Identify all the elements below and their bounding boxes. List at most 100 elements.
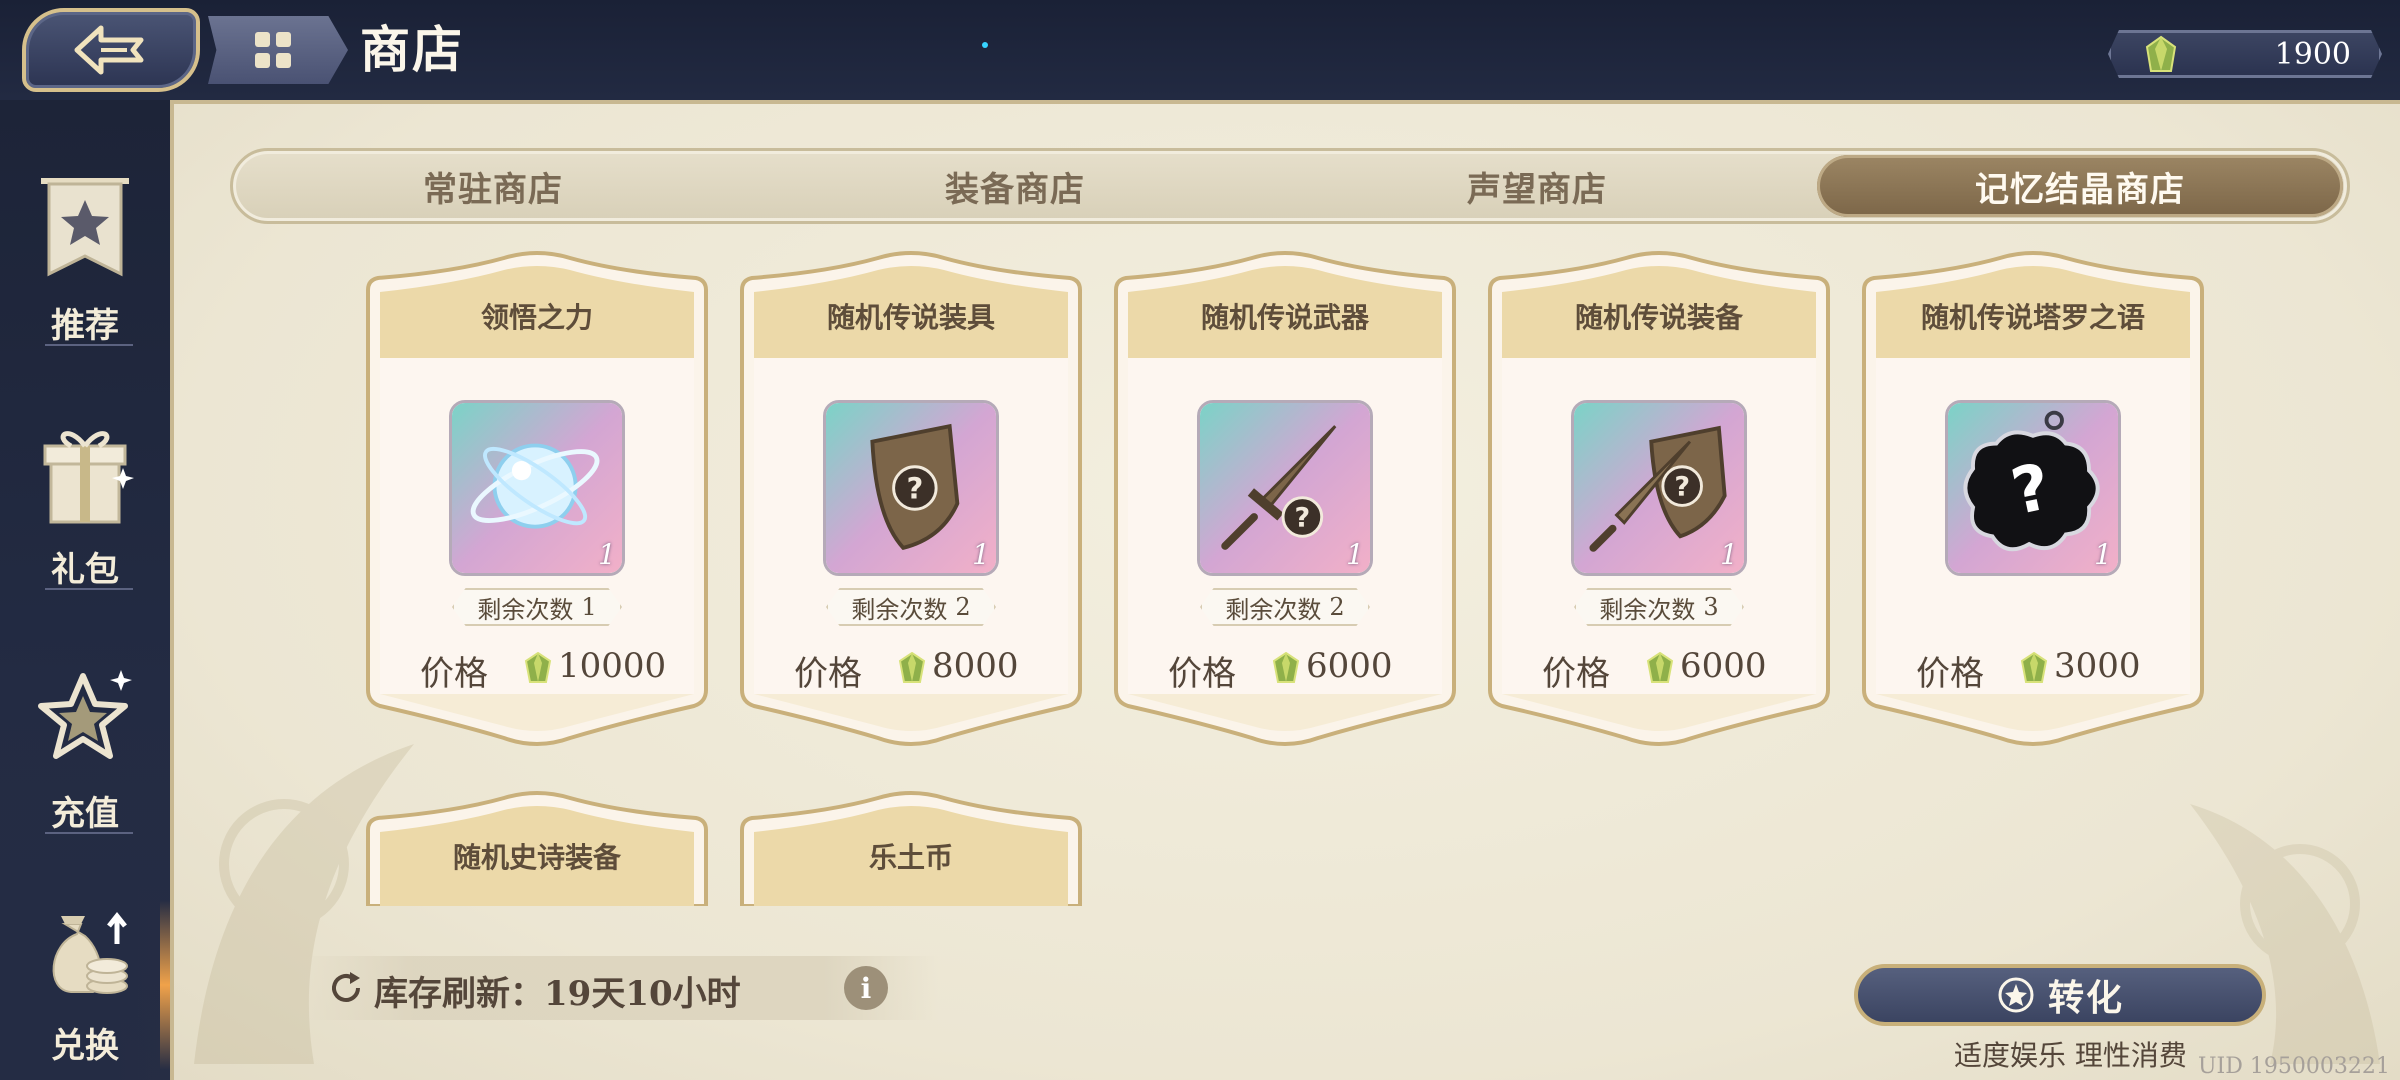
card-title: 随机传说塔罗之语 — [1920, 301, 2145, 334]
shop-item-card[interactable]: 领悟之力 1 剩余次数 1 价格 10000 — [364, 250, 710, 750]
remaining-count-badge: 剩余次数 3 — [1574, 588, 1744, 626]
shop-tab-bar: 常驻商店 装备商店 声望商店 记忆结晶商店 — [230, 148, 2350, 224]
memory-crystal-icon — [898, 652, 926, 683]
sidebar-item-label: 充值 — [51, 793, 119, 834]
svg-text:?: ? — [906, 472, 923, 506]
shop-item-card[interactable]: 乐土币 — [738, 786, 1084, 906]
back-button[interactable] — [22, 8, 200, 92]
item-quantity: 1 — [1720, 538, 1738, 571]
remaining-label: 剩余次数 — [1599, 595, 1696, 624]
page-title: 商店 — [360, 20, 464, 79]
price-value: 3000 — [2054, 646, 2141, 686]
remaining-count-badge: 剩余次数 2 — [1200, 588, 1370, 626]
price-label: 价格 — [420, 654, 488, 694]
card-title: 随机传说装备 — [1574, 301, 1743, 334]
shop-item-card[interactable]: 随机传说装具 ? 1 剩余次数 2 价格 8000 — [738, 250, 1084, 750]
active-indicator — [160, 900, 170, 1070]
item-icon-frame: ? 1 — [1571, 400, 1747, 576]
gift-box-icon — [43, 430, 134, 523]
card-title: 随机传说武器 — [1200, 301, 1369, 334]
sidebar-divider — [45, 588, 133, 590]
item-quantity: 1 — [1346, 538, 1364, 571]
remaining-value: 2 — [1329, 593, 1345, 621]
remaining-label: 剩余次数 — [477, 595, 574, 624]
remaining-label: 剩余次数 — [851, 595, 948, 624]
info-icon[interactable]: i — [844, 966, 888, 1010]
sidebar-item-exchange[interactable]: 兑换 — [0, 860, 170, 1080]
refresh-icon — [332, 972, 360, 1002]
tab-memory-crystal-shop[interactable]: 记忆结晶商店 — [1817, 155, 2343, 217]
item-icon-frame: ? 1 — [1197, 400, 1373, 576]
grid-menu-icon — [255, 32, 291, 68]
shop-panel: 常驻商店 装备商店 声望商店 记忆结晶商店 领悟之力 1 剩余次数 1 价格 1… — [170, 100, 2400, 1080]
svg-text:?: ? — [1674, 472, 1690, 503]
price-value: 8000 — [932, 646, 1019, 686]
mystery-tarot-icon: ? — [1948, 403, 2118, 573]
sidebar-divider — [45, 832, 133, 834]
item-quantity: 1 — [2094, 538, 2112, 571]
currency-display: 1900 — [2108, 30, 2382, 78]
price-row: 价格 3000 — [1860, 642, 2206, 694]
money-bag-icon — [52, 911, 128, 994]
memory-crystal-icon — [524, 652, 552, 683]
remaining-value: 3 — [1703, 593, 1719, 621]
home-menu-button[interactable] — [208, 16, 348, 84]
remaining-value: 2 — [955, 593, 971, 621]
memory-crystal-icon — [2145, 35, 2177, 72]
sidebar-divider — [45, 344, 133, 346]
price-row: 价格 6000 — [1112, 642, 1458, 694]
convert-star-icon — [1998, 977, 2034, 1013]
memory-crystal-icon — [1646, 652, 1674, 683]
card-title: 乐土币 — [868, 841, 953, 874]
tab-reputation-shop[interactable]: 声望商店 — [1277, 151, 1797, 221]
memory-crystal-icon — [2020, 652, 2048, 683]
price-value: 10000 — [558, 646, 667, 686]
mystery-sword-icon: ? — [1200, 403, 1370, 573]
convert-label: 转化 — [2047, 977, 2124, 1019]
shop-item-card[interactable]: 随机传说塔罗之语 ? 1 价格 3000 — [1860, 250, 2206, 750]
shop-item-card[interactable]: 随机史诗装备 — [364, 786, 710, 906]
price-label: 价格 — [1916, 654, 1984, 694]
star-icon — [38, 669, 132, 759]
back-arrow-icon — [74, 25, 144, 75]
price-value: 6000 — [1306, 646, 1393, 686]
sidebar-item-label: 推荐 — [51, 305, 119, 346]
price-row: 价格 10000 — [364, 642, 710, 694]
stock-refresh-bar: 库存刷新：19天10小时 i — [298, 956, 938, 1020]
item-icon-frame: 1 — [449, 400, 625, 576]
price-value: 6000 — [1680, 646, 1767, 686]
item-icon-frame: ? 1 — [823, 400, 999, 576]
item-icon-frame: ? 1 — [1945, 400, 2121, 576]
remaining-label: 剩余次数 — [1225, 595, 1322, 624]
tab-equipment-shop[interactable]: 装备商店 — [755, 151, 1275, 221]
card-title: 领悟之力 — [480, 301, 593, 334]
price-label: 价格 — [1168, 654, 1236, 694]
notification-dot — [982, 42, 988, 48]
tab-regular-shop[interactable]: 常驻商店 — [233, 151, 753, 221]
star-banner-icon — [41, 177, 129, 276]
price-label: 价格 — [1542, 654, 1610, 694]
mystery-equipment-icon: ? — [1574, 403, 1744, 573]
card-title: 随机史诗装备 — [452, 841, 621, 874]
price-row: 价格 8000 — [738, 642, 1084, 694]
item-quantity: 1 — [972, 538, 990, 571]
stock-refresh-text: 库存刷新：19天10小时 — [374, 974, 741, 1014]
mystery-shield-icon: ? — [826, 403, 996, 573]
memory-crystal-icon — [1272, 652, 1300, 683]
remaining-count-badge: 剩余次数 1 — [452, 588, 622, 626]
currency-value: 1900 — [2274, 37, 2351, 72]
price-row: 价格 6000 — [1486, 642, 1832, 694]
sidebar-item-label: 兑换 — [51, 1025, 119, 1066]
convert-button[interactable]: 转化 — [1854, 964, 2266, 1026]
svg-text:?: ? — [1295, 503, 1311, 534]
user-id: UID 1950003221 — [2198, 1054, 2390, 1079]
sidebar: 推荐 礼包 充值 兑换 — [0, 100, 170, 1080]
remaining-value: 1 — [581, 593, 597, 621]
sidebar-item-label: 礼包 — [51, 549, 119, 590]
shop-item-card[interactable]: 随机传说装备 ? 1 剩余次数 3 价格 6000 — [1486, 250, 1832, 750]
healthy-gaming-notice: 适度娱乐 理性消费 — [1954, 1039, 2187, 1072]
item-quantity: 1 — [598, 538, 616, 571]
top-bar: 商店 1900 — [0, 0, 2400, 100]
price-label: 价格 — [794, 654, 862, 694]
shop-item-card[interactable]: 随机传说武器 ? 1 剩余次数 2 价格 6000 — [1112, 250, 1458, 750]
